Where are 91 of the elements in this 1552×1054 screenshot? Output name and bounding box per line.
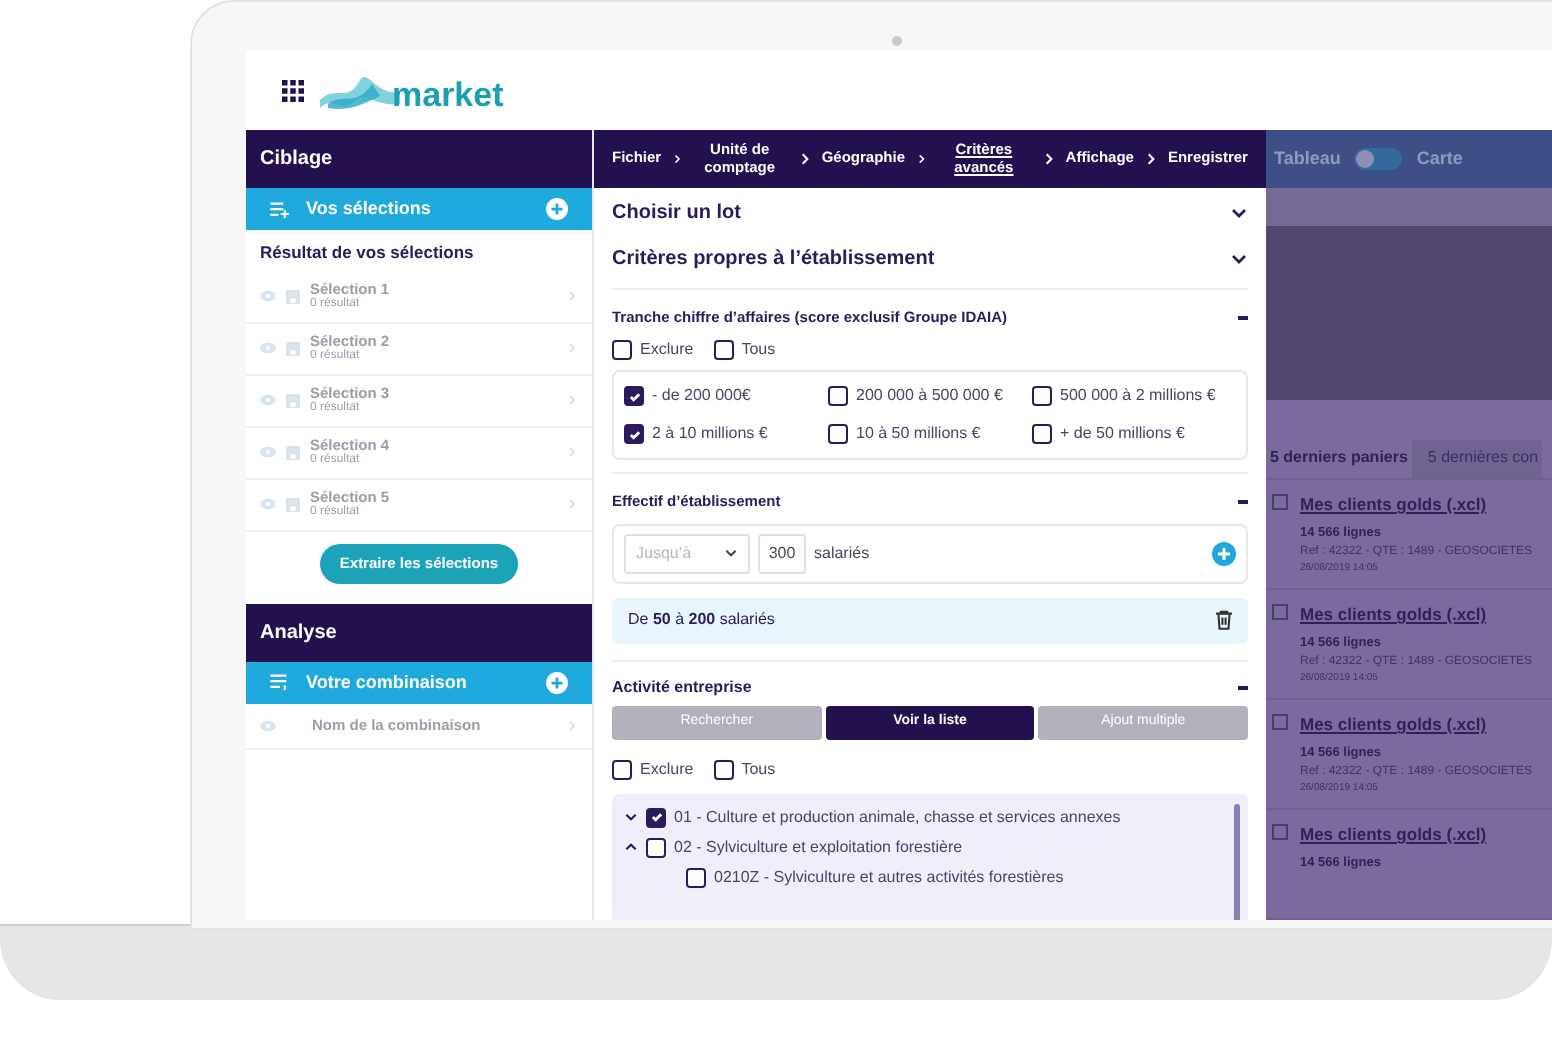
logo-text: market [392,78,504,112]
section-title: Ciblage [260,146,333,174]
chevron-right-icon [915,152,927,166]
list-icon [270,674,290,691]
apps-grid-icon[interactable] [282,79,304,101]
checkbox-label: 01 - Culture et production animale, chasse et services annexes [674,805,1121,829]
checkbox[interactable] [828,386,848,407]
chevron-right-icon [566,719,578,732]
toggle-label: Carte [1416,145,1463,172]
chevron-right-icon [671,152,682,166]
checkbox-label: Exclure [640,757,694,781]
unit-label: salariés [814,541,872,565]
checkbox-label: 200 000 à 500 000 € [856,384,1003,409]
save-icon [286,289,300,304]
checkbox-label: 10 à 50 millions € [856,422,981,447]
chevron-down-icon [724,546,738,560]
save-icon [286,445,300,460]
eye-icon [260,290,276,303]
basket-name[interactable]: Mes clients golds (.xcl) [1300,712,1533,738]
operator-select[interactable]: Jusqu’à [624,533,750,573]
save-icon [286,497,300,512]
checkbox-label: Exclure [640,338,694,363]
eye-icon [260,342,276,355]
checkbox-label: - de 200 000€ [652,384,751,409]
checkbox-label: + de 50 millions € [1060,422,1185,447]
eye-icon [260,446,276,459]
collapse-icon[interactable] [1238,315,1248,320]
add-icon[interactable] [1212,541,1236,565]
chevron-right-icon [1041,152,1056,166]
value-field[interactable]: 300 [758,533,806,573]
accordion-header[interactable]: Choisir un lot [612,192,1248,234]
chevron-right-icon [566,498,578,511]
camera-icon [892,36,902,46]
chevron-right-icon [797,152,812,166]
eye-icon [260,719,276,732]
chevron-right-icon [566,342,578,355]
chevron-right-icon [566,290,578,303]
basket-name[interactable]: Mes clients golds (.xcl) [1300,492,1533,518]
eye-icon [260,498,276,511]
eye-icon [260,394,276,407]
toggle-label: Tableau [1274,145,1341,172]
checkbox-label: 0210Z - Sylviculture et autres activités forestières [714,865,1064,889]
checkbox[interactable] [612,340,632,361]
checkbox[interactable] [646,807,666,827]
checkbox[interactable] [646,837,666,857]
checkbox[interactable] [1272,824,1288,840]
add-icon[interactable] [546,671,568,694]
add-list-icon [270,201,290,217]
basket-name[interactable]: Mes clients golds (.xcl) [1300,602,1533,628]
selections-title: Vos sélections [306,195,433,222]
save-icon [286,341,300,356]
checkbox-label: Tous [741,338,776,363]
add-icon[interactable] [546,198,568,220]
check-icon [627,427,641,442]
scrollbar[interactable] [1234,803,1240,920]
checkbox[interactable] [1032,424,1052,445]
chevron-right-icon [1143,152,1158,166]
checkbox[interactable] [1272,604,1288,620]
results-title: Résultat de vos sélections [258,240,476,266]
accordion-header[interactable]: Critères propres à l’établissement [612,238,1248,280]
collapse-icon[interactable] [1238,499,1248,504]
chevron-right-icon [566,394,578,407]
checkbox[interactable] [624,386,644,407]
checkbox-label: 500 000 à 2 millions € [1060,384,1216,409]
checkbox-label: 2 à 10 millions € [652,422,768,447]
checkbox[interactable] [713,340,734,361]
checkbox-label: Tous [741,757,776,781]
save-icon [286,393,300,408]
combination-bar[interactable]: Votre combinaison [246,661,592,704]
checkbox[interactable] [1272,494,1288,510]
section-title: Analyse [260,619,337,648]
trash-icon[interactable] [1216,610,1232,630]
checkbox-label: 02 - Sylviculture et exploitation forestière [674,835,963,859]
selections-bar[interactable]: Vos sélections [246,188,592,230]
chevron-down-icon [1230,204,1248,222]
view-switch[interactable] [1354,148,1403,170]
checkbox[interactable] [1032,386,1052,407]
combination-title: Votre combinaison [306,669,469,695]
check-icon [649,810,663,824]
criterion-title: Activité entreprise [612,675,752,699]
checkbox[interactable] [686,867,706,887]
basket-name[interactable]: Mes clients golds (.xcl) [1300,822,1487,848]
check-icon [627,389,641,404]
range-text: De 50 à 200 salariés [628,608,775,632]
checkbox[interactable] [624,424,644,445]
checkbox[interactable] [828,424,848,445]
checkbox[interactable] [612,759,632,779]
checkbox[interactable] [713,759,734,779]
chevron-right-icon [566,446,578,459]
checkbox[interactable] [1272,714,1288,730]
chevron-down-icon [1230,250,1248,268]
